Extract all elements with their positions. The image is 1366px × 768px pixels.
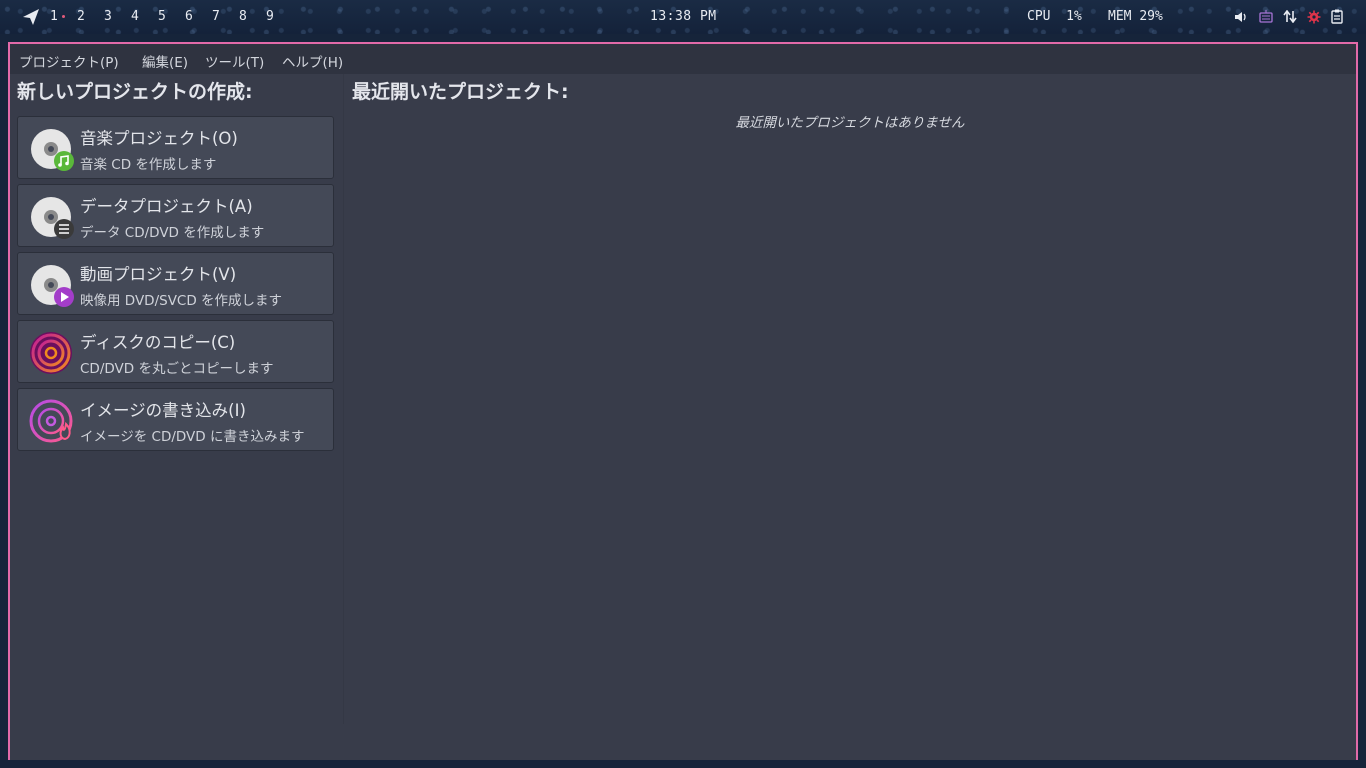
network-updown-icon[interactable] [1283,10,1297,23]
mem-usage: MEM 29% [1108,9,1163,24]
card-subtitle: 音楽 CD を作成します [80,157,217,173]
data-project-button[interactable]: データプロジェクト(A) データ CD/DVD を作成します [17,184,334,247]
audio-project-button[interactable]: 音楽プロジェクト(O) 音楽 CD を作成します [17,116,334,179]
card-subtitle: CD/DVD を丸ごとコピーします [80,361,274,377]
card-subtitle: イメージを CD/DVD に書き込みます [80,429,305,445]
card-subtitle: データ CD/DVD を作成します [80,225,265,241]
mem-value: 29% [1139,9,1163,24]
disc-copy-button[interactable]: ディスクのコピー(C) CD/DVD を丸ごとコピーします [17,320,334,383]
recent-projects-title: 最近開いたプロジェクト: [352,81,569,103]
recent-projects-empty-message: 最近開いたプロジェクトはありません [735,115,965,131]
pane-divider[interactable] [343,74,344,724]
menu-tools[interactable]: ツール(T) [205,51,264,71]
clock[interactable]: 13:38 PM [650,9,717,24]
card-title: イメージの書き込み(I) [80,401,246,420]
card-title: データプロジェクト(A) [80,197,253,216]
menu-edit[interactable]: 編集(E) [142,51,188,71]
card-title: ディスクのコピー(C) [80,333,236,352]
card-title: 動画プロジェクト(V) [80,265,237,284]
cpu-label: CPU [1027,9,1051,24]
menu-bar: プロジェクト(P) 編集(E) ツール(T) ヘルプ(H) [10,44,1356,74]
volume-icon[interactable] [1234,11,1248,23]
workspace-3[interactable]: 3 [104,9,112,24]
settings-bug-icon[interactable] [1307,10,1321,24]
clipboard-icon[interactable] [1331,9,1343,24]
workspace-7[interactable]: 7 [212,9,220,24]
workspace-9[interactable]: 9 [266,9,274,24]
data-disc-icon [31,197,74,239]
launcher-plane-icon[interactable] [22,8,40,26]
brasero-window: プロジェクト(P) 編集(E) ツール(T) ヘルプ(H) 新しいプロジェクトの… [8,42,1358,762]
menu-project[interactable]: プロジェクト(P) [19,51,119,71]
active-workspace-indicator [62,15,65,18]
new-project-title: 新しいプロジェクトの作成: [17,81,253,103]
keyboard-icon[interactable] [1259,10,1273,23]
burn-image-icon [29,399,73,443]
new-project-pane: 新しいプロジェクトの作成: 音楽プロジェクト(O) 音楽 CD を作成します デ… [10,74,343,760]
card-subtitle: 映像用 DVD/SVCD を作成します [80,293,283,309]
video-disc-icon [31,265,74,307]
workspace-1[interactable]: 1 [50,9,58,24]
cpu-usage: CPU 1% [1027,9,1082,24]
mem-label: MEM [1108,9,1132,24]
workspace-2[interactable]: 2 [77,9,85,24]
menu-help[interactable]: ヘルプ(H) [282,51,343,71]
cpu-value: 1% [1066,9,1082,24]
workspace-8[interactable]: 8 [239,9,247,24]
workspace-5[interactable]: 5 [158,9,166,24]
video-project-button[interactable]: 動画プロジェクト(V) 映像用 DVD/SVCD を作成します [17,252,334,315]
disc-copy-icon [30,332,72,374]
workspace-4[interactable]: 4 [131,9,139,24]
top-panel: 1 2 3 4 5 6 7 8 9 13:38 PM CPU 1% MEM 29… [0,0,1366,34]
burn-image-button[interactable]: イメージの書き込み(I) イメージを CD/DVD に書き込みます [17,388,334,451]
audio-cd-icon [31,129,74,171]
card-title: 音楽プロジェクト(O) [80,129,238,148]
workspace-6[interactable]: 6 [185,9,193,24]
desktop-bottom-edge [0,760,1366,768]
